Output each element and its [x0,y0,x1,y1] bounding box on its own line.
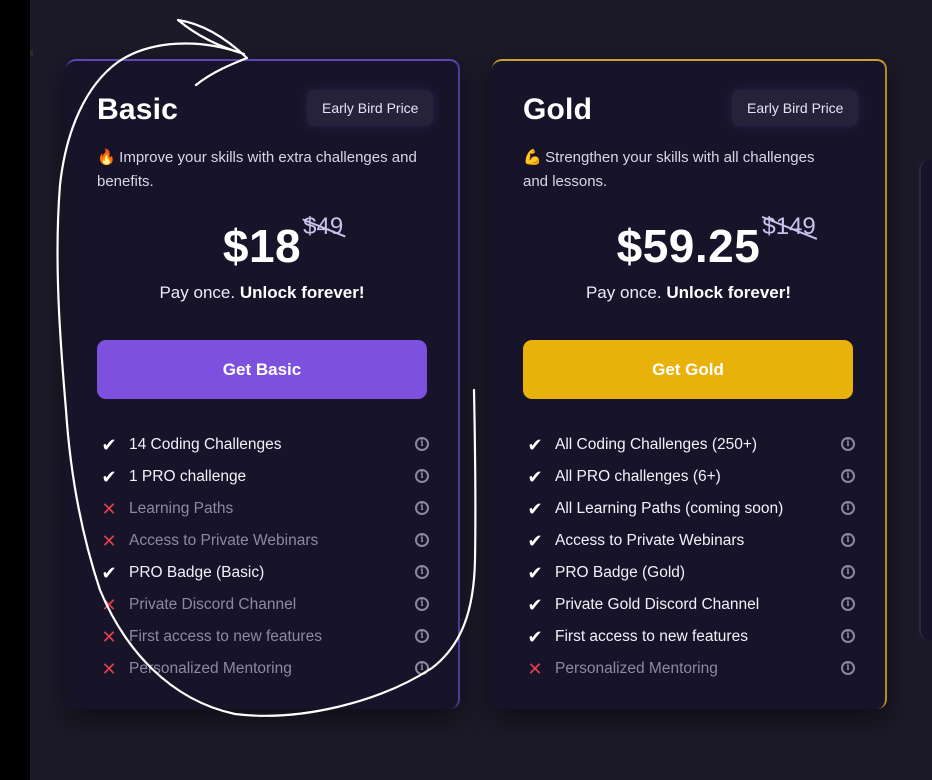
feature-label: Learning Paths [129,500,234,517]
early-bird-badge: Early Bird Price [307,90,434,126]
cross-icon: ✕ [101,595,117,615]
original-price: $149 [762,213,818,241]
price-block: $18 $49 [66,211,458,281]
check-icon: ✔ [527,627,543,647]
feature-item: ✔ Access to Private Webinars i [523,525,855,557]
feature-item: ✕ Private Discord Channel i [97,589,429,621]
price: $18 [222,220,302,272]
pay-once-text: Pay once. Unlock forever! [66,283,458,303]
info-icon[interactable]: i [841,501,855,515]
feature-item: ✔ PRO Badge (Basic) i [97,557,429,589]
unlock-forever-text: Unlock forever! [666,283,792,302]
price: $59.25 [616,220,761,272]
feature-list: ✔ 14 Coding Challenges i ✔ 1 PRO challenge i ✕… [97,429,429,685]
cross-icon: ✕ [101,627,117,647]
feature-label: All Learning Paths (coming soon) [555,500,784,517]
feature-label: Private Gold Discord Channel [555,596,760,613]
pay-once-prefix: Pay once. [585,283,662,302]
feature-item: ✕ Learning Paths i [97,493,429,525]
feature-label: First access to new features [129,628,322,645]
info-icon[interactable]: i [415,469,429,483]
feature-label: All Coding Challenges (250+) [555,436,758,453]
feature-item: ✔ 14 Coding Challenges i [97,429,429,461]
info-icon[interactable]: i [415,661,429,675]
plan-name: Gold [523,93,593,126]
check-icon: ✔ [527,531,543,551]
get-basic-button[interactable]: Get Basic [97,340,427,399]
check-icon: ✔ [101,563,117,583]
info-icon[interactable]: i [415,437,429,451]
price-block: $59.25 $149 [492,211,885,281]
flexed-arm-icon: 💪 [523,149,542,166]
info-icon[interactable]: i [415,629,429,643]
pay-once-text: Pay once. Unlock forever! [492,283,885,303]
plan-description-text: Improve your skills with extra challenge… [97,149,417,190]
page-edge-marker [30,50,33,56]
feature-label: Personalized Mentoring [129,660,292,677]
original-price: $49 [302,213,346,241]
feature-list: ✔ All Coding Challenges (250+) i ✔ All PRO c… [523,429,855,685]
plan-card-gold: Gold Early Bird Price 💪 Strengthen your … [492,59,887,709]
check-icon: ✔ [527,435,543,455]
feature-label: Access to Private Webinars [129,532,319,549]
feature-label: First access to new features [555,628,748,645]
feature-item: ✔ All Learning Paths (coming soon) i [523,493,855,525]
get-gold-button[interactable]: Get Gold [523,340,853,399]
feature-label: Personalized Mentoring [555,660,718,677]
fire-icon: 🔥 [97,149,116,166]
early-bird-badge: Early Bird Price [732,90,859,126]
feature-label: Private Discord Channel [129,596,297,613]
feature-item: ✕ Personalized Mentoring i [523,653,855,685]
info-icon[interactable]: i [841,661,855,675]
feature-label: 1 PRO challenge [129,468,247,485]
plan-description: 🔥 Improve your skills with extra challen… [97,146,417,194]
check-icon: ✔ [527,467,543,487]
cross-icon: ✕ [527,659,543,679]
cross-icon: ✕ [101,531,117,551]
feature-item: ✔ PRO Badge (Gold) i [523,557,855,589]
feature-item: ✔ 1 PRO challenge i [97,461,429,493]
check-icon: ✔ [101,435,117,455]
pricing-page: Basic Early Bird Price 🔥 Improve your sk… [30,0,932,780]
feature-label: Access to Private Webinars [555,532,745,549]
plan-card-basic: Basic Early Bird Price 🔥 Improve your sk… [66,59,460,709]
feature-item: ✔ First access to new features i [523,621,855,653]
pay-once-prefix: Pay once. [159,283,236,302]
plan-name: Basic [97,93,179,126]
check-icon: ✔ [527,595,543,615]
info-icon[interactable]: i [415,533,429,547]
plan-description: 💪 Strengthen your skills with all challe… [523,146,843,194]
feature-label: 14 Coding Challenges [129,436,282,453]
feature-label: PRO Badge (Basic) [129,564,265,581]
feature-item: ✕ First access to new features i [97,621,429,653]
check-icon: ✔ [527,499,543,519]
info-icon[interactable]: i [841,469,855,483]
info-icon[interactable]: i [415,501,429,515]
check-icon: ✔ [101,467,117,487]
cross-icon: ✕ [101,499,117,519]
unlock-forever-text: Unlock forever! [239,283,365,302]
cross-icon: ✕ [101,659,117,679]
feature-label: All PRO challenges (6+) [555,468,721,485]
check-icon: ✔ [527,563,543,583]
info-icon[interactable]: i [841,533,855,547]
feature-item: ✔ All PRO challenges (6+) i [523,461,855,493]
feature-item: ✕ Personalized Mentoring i [97,653,429,685]
info-icon[interactable]: i [415,597,429,611]
feature-item: ✕ Access to Private Webinars i [97,525,429,557]
info-icon[interactable]: i [841,629,855,643]
feature-label: PRO Badge (Gold) [555,564,686,581]
plan-description-text: Strengthen your skills with all challeng… [523,149,815,190]
info-icon[interactable]: i [841,565,855,579]
info-icon[interactable]: i [841,437,855,451]
feature-item: ✔ Private Gold Discord Channel i [523,589,855,621]
next-plan-card-edge [919,160,932,640]
info-icon[interactable]: i [415,565,429,579]
feature-item: ✔ All Coding Challenges (250+) i [523,429,855,461]
info-icon[interactable]: i [841,597,855,611]
